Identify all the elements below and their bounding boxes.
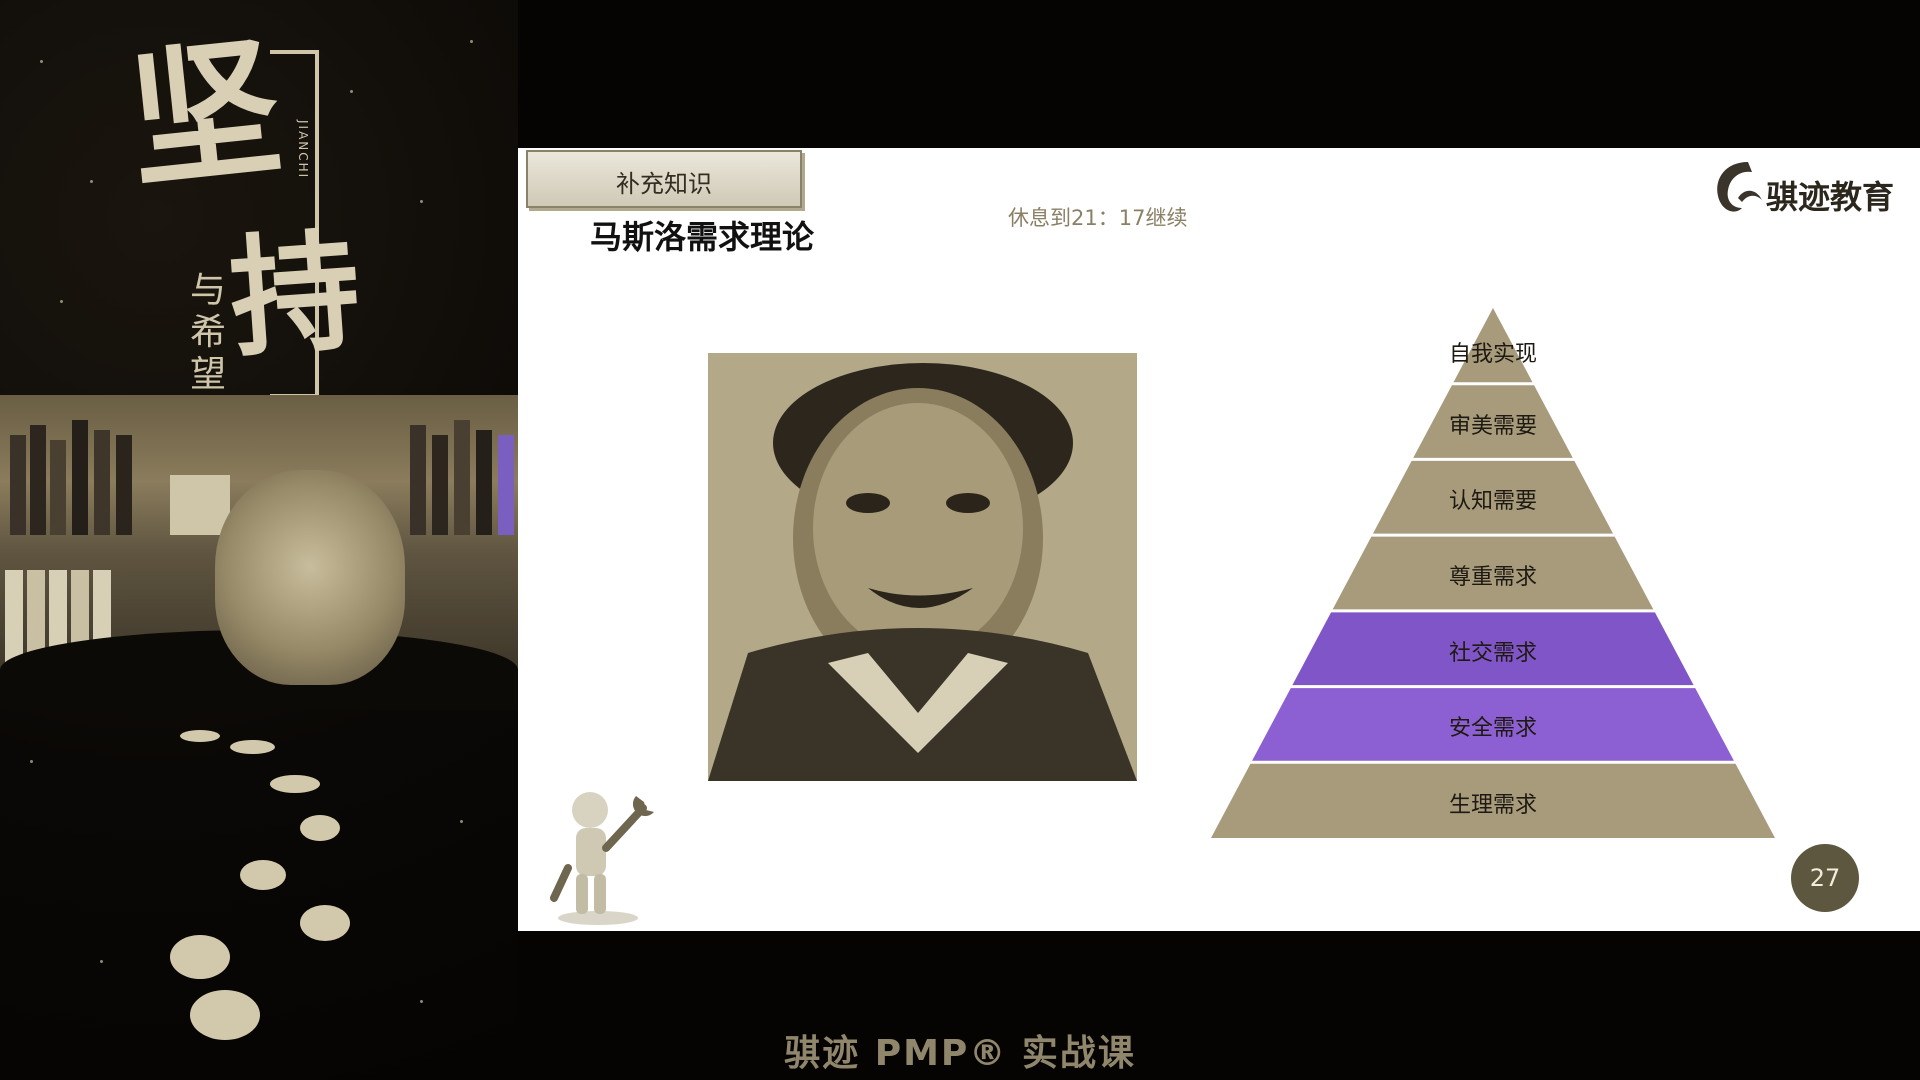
presentation-slide: 补充知识 马斯洛需求理论 休息到21：17继续 骐迹教育 自我实现审美需要认知需…: [518, 148, 1920, 931]
page-number: 27: [1791, 844, 1859, 912]
book: [10, 435, 26, 535]
book: [170, 475, 230, 535]
book: [30, 425, 46, 535]
book: [94, 430, 110, 535]
slide-title: 马斯洛需求理论: [590, 218, 815, 256]
book: [50, 440, 66, 535]
person-face: [215, 470, 405, 685]
star-decoration: [100, 960, 103, 963]
pyramid-layer-label: 生理需求: [1448, 792, 1537, 818]
poster-char-2: 持: [224, 213, 366, 376]
book: [432, 435, 448, 535]
pyramid-layer-label: 安全需求: [1448, 716, 1537, 742]
pyramid-layer-label: 认知需要: [1448, 489, 1537, 515]
book: [72, 420, 88, 535]
poster-pinyin: JIANCHI: [296, 120, 310, 180]
section-badge: 补充知识: [526, 150, 802, 208]
star-decoration: [470, 40, 473, 43]
book: [116, 435, 132, 535]
course-caption: 骐迹 PMP® 实战课: [784, 1033, 1136, 1074]
pyramid-layer-label: 审美需要: [1448, 413, 1537, 439]
book: [410, 425, 426, 535]
star-decoration: [60, 300, 63, 303]
book: [476, 430, 492, 535]
star-decoration: [460, 820, 463, 823]
poster-subtitle: 与希望: [189, 270, 226, 395]
star-decoration: [30, 760, 33, 763]
pyramid-layer-label: 自我实现: [1448, 341, 1537, 367]
break-notice: 休息到21：17继续: [1008, 206, 1188, 230]
logo-text: 骐迹教育: [1766, 178, 1895, 216]
star-decoration: [40, 60, 43, 63]
pyramid-layer-label: 社交需求: [1448, 640, 1537, 666]
mascot-with-wrench: [548, 778, 668, 928]
logo-icon: [1717, 162, 1762, 212]
maslow-portrait: [708, 353, 1137, 781]
star-decoration: [420, 200, 423, 203]
pyramid-layer-label: 尊重需求: [1448, 565, 1537, 590]
book: [498, 435, 514, 535]
footprints-decoration: [150, 720, 410, 1050]
star-decoration: [420, 1000, 423, 1003]
star-decoration: [90, 180, 93, 183]
book: [454, 420, 470, 535]
star-decoration: [350, 90, 353, 93]
section-badge-label: 补充知识: [616, 170, 712, 198]
poster-char-1: 坚: [121, 20, 279, 210]
company-logo: 骐迹教育: [1708, 154, 1918, 224]
webcam-panel: 坚 持 与希望 JIANCHI: [0, 0, 518, 1080]
book: [5, 570, 23, 665]
